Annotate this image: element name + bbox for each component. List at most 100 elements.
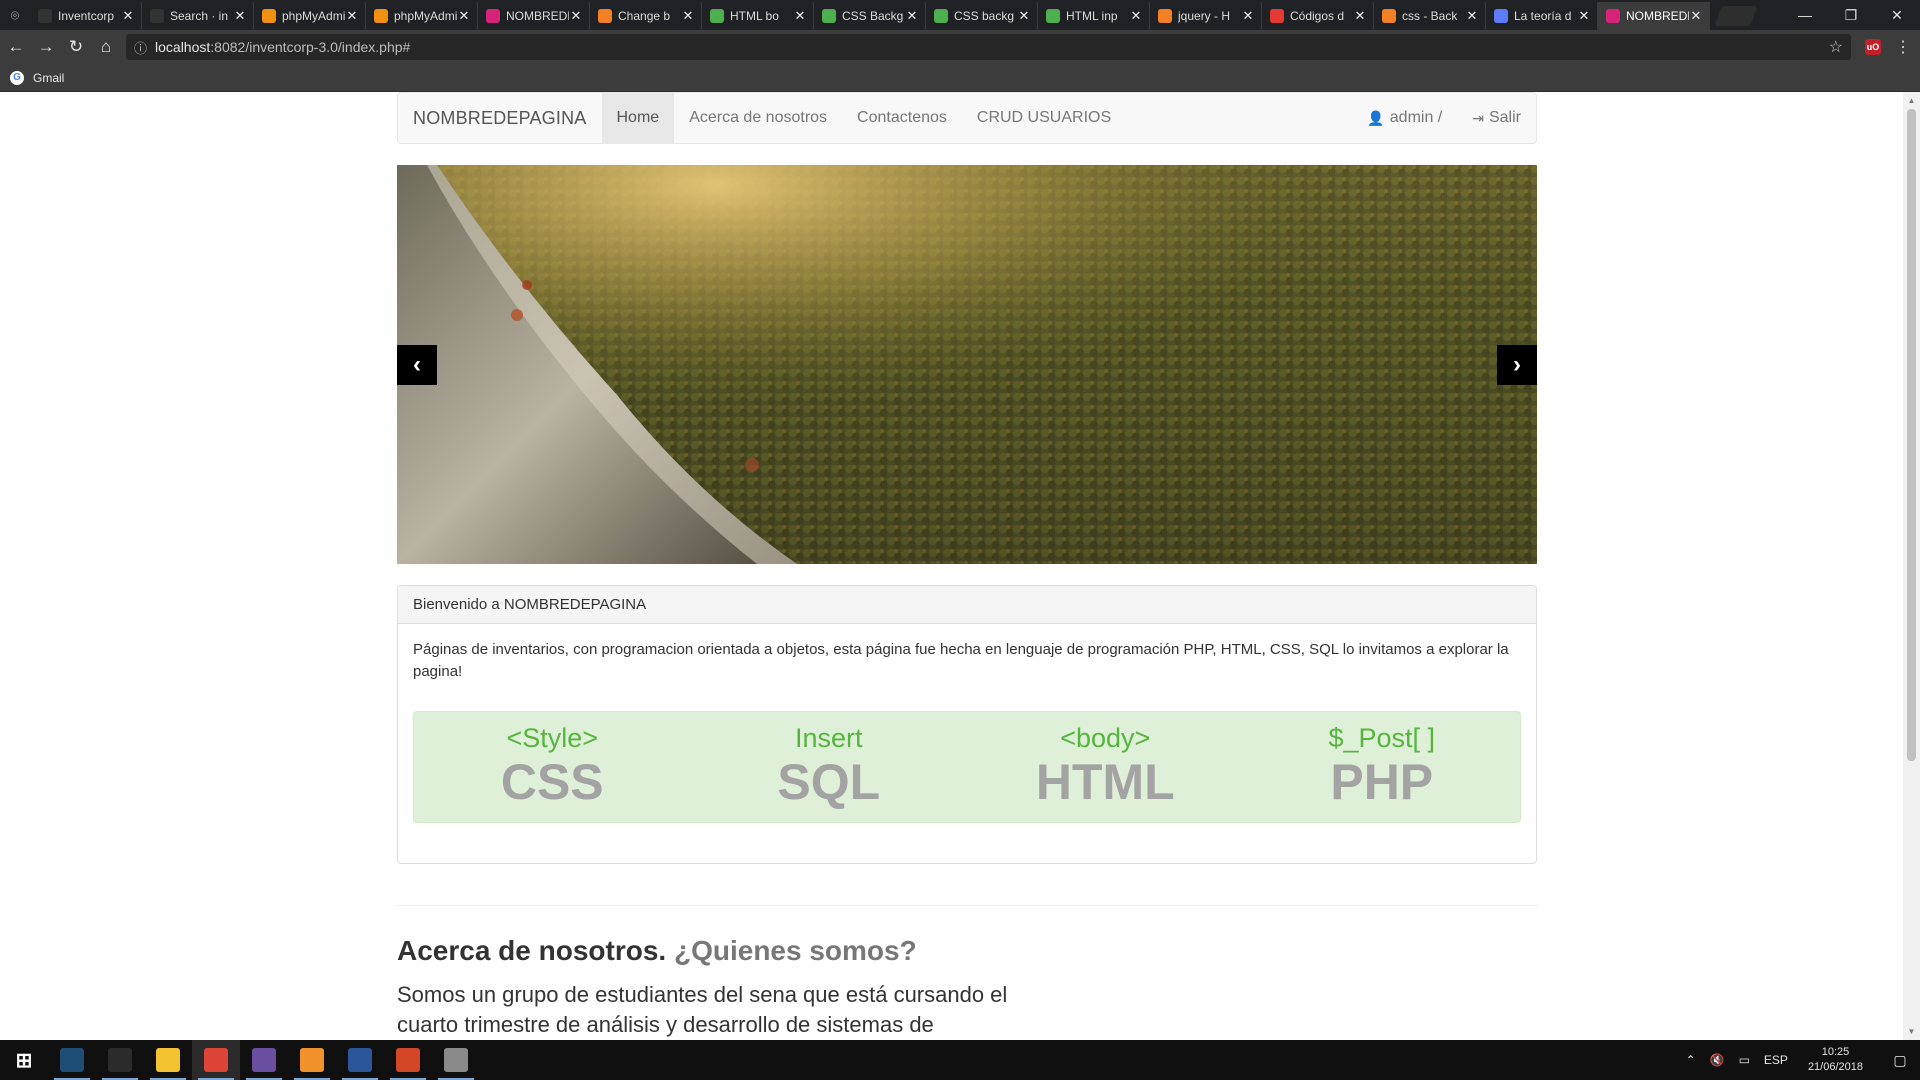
page-icon	[486, 9, 500, 23]
browser-tab[interactable]: NOMBREDEPAGINA✕	[1598, 2, 1710, 30]
nav-user[interactable]: 👤 admin /	[1352, 93, 1457, 143]
tab-close-icon[interactable]: ✕	[1353, 8, 1367, 24]
tab-close-icon[interactable]: ✕	[121, 8, 135, 24]
tech-item-css: <Style> CSS	[414, 712, 691, 822]
tab-close-icon[interactable]: ✕	[457, 8, 471, 24]
back-icon[interactable]: ←	[2, 33, 30, 61]
tab-close-icon[interactable]: ✕	[793, 8, 807, 24]
volume-muted-icon[interactable]: 🔇	[1710, 1053, 1725, 1067]
windows-taskbar: ⊞ ⌃ 🔇 ▭ ESP 10:25 21/06/2018 ▢	[0, 1040, 1920, 1080]
technologies-box: <Style> CSS Insert SQL <body> HTML $_Pos…	[413, 711, 1521, 823]
taskbar-item[interactable]	[384, 1040, 432, 1080]
browser-tab[interactable]: CSS backg ✕	[926, 2, 1038, 30]
browser-tab[interactable]: jquery - H ✕	[1150, 2, 1262, 30]
taskbar-item[interactable]	[336, 1040, 384, 1080]
tab-label: Códigos d	[1290, 9, 1345, 23]
tab-label: Search · in	[170, 9, 229, 23]
page-scrollbar[interactable]: ▲ ▼	[1903, 92, 1920, 1040]
browser-tab[interactable]: Inventcorp ✕	[30, 2, 142, 30]
browser-menu-icon[interactable]: ⋮	[1895, 37, 1911, 57]
tab-label: phpMyAdmin	[282, 9, 345, 23]
tab-list: Inventcorp✕Search · in✕phpMyAdmin✕phpMyA…	[30, 2, 1710, 30]
browser-tab[interactable]: Códigos d ✕	[1262, 2, 1374, 30]
browser-tab[interactable]: phpMyAdmin✕	[254, 2, 366, 30]
file-explorer-icon	[156, 1048, 180, 1072]
tab-close-icon[interactable]: ✕	[1129, 8, 1143, 24]
tech-code: <body>	[1060, 723, 1151, 753]
tray-expand-icon[interactable]: ⌃	[1686, 1053, 1696, 1067]
scrollbar-thumb[interactable]	[1907, 109, 1916, 761]
restore-icon[interactable]: ❐	[1828, 0, 1874, 30]
taskbar-item[interactable]	[144, 1040, 192, 1080]
about-heading: Acerca de nosotros. ¿Quienes somos?	[397, 935, 917, 967]
browser-tab[interactable]: CSS Backg ✕	[814, 2, 926, 30]
browser-tab[interactable]: css - Back ✕	[1374, 2, 1486, 30]
nav-home[interactable]: Home	[601, 93, 675, 143]
tab-close-icon[interactable]: ✕	[1689, 8, 1703, 24]
network-icon[interactable]: ▭	[1739, 1053, 1750, 1067]
browser-tab[interactable]: NOMBREDEPAGINA✕	[478, 2, 590, 30]
language-indicator[interactable]: ESP	[1764, 1053, 1788, 1067]
powerpoint-icon	[396, 1048, 420, 1072]
tab-close-icon[interactable]: ✕	[1465, 8, 1479, 24]
tab-close-icon[interactable]: ✕	[1241, 8, 1255, 24]
scroll-up-icon[interactable]: ▲	[1903, 92, 1920, 109]
tab-close-icon[interactable]: ✕	[569, 8, 583, 24]
site-info-icon[interactable]: ⓘ	[134, 38, 147, 57]
site-navbar: NOMBREDEPAGINA Home Acerca de nosotros C…	[397, 92, 1537, 144]
home-icon[interactable]: ⌂	[92, 33, 120, 61]
nav-contact[interactable]: Contactenos	[842, 93, 962, 143]
bookmark-gmail[interactable]: Gmail	[33, 71, 64, 85]
taskbar-item[interactable]	[96, 1040, 144, 1080]
tab-label: CSS backg	[954, 9, 1015, 23]
browser-tab-strip: ⌾ Inventcorp✕Search · in✕phpMyAdmin✕phpM…	[0, 0, 1920, 30]
window-controls: — ❐ ✕	[1782, 0, 1920, 30]
tab-close-icon[interactable]: ✕	[1017, 8, 1031, 24]
tab-close-icon[interactable]: ✕	[233, 8, 247, 24]
tab-label: NOMBREDEPAGINA	[506, 9, 569, 23]
scroll-down-icon[interactable]: ▼	[1903, 1023, 1920, 1040]
browser-tab[interactable]: Change b ✕	[590, 2, 702, 30]
taskbar-item[interactable]	[288, 1040, 336, 1080]
notifications-icon[interactable]: ▢	[1880, 1040, 1920, 1080]
address-bar[interactable]: ⓘ localhost :8082/inventcorp-3.0/index.p…	[126, 34, 1851, 60]
ublock-extension-icon[interactable]: uO	[1865, 39, 1881, 55]
close-window-icon[interactable]: ✕	[1874, 0, 1920, 30]
carousel-image	[397, 165, 1537, 564]
nav-logout-label: Salir	[1488, 109, 1521, 126]
taskbar-item[interactable]	[432, 1040, 480, 1080]
reload-icon[interactable]: ↻	[62, 33, 90, 61]
tab-close-icon[interactable]: ✕	[1577, 8, 1591, 24]
tab-close-icon[interactable]: ✕	[345, 8, 359, 24]
tab-close-icon[interactable]: ✕	[905, 8, 919, 24]
bookmark-star-icon[interactable]: ☆	[1829, 37, 1843, 57]
nav-user-label: admin /	[1389, 109, 1443, 126]
clock[interactable]: 10:25 21/06/2018	[1801, 1045, 1870, 1075]
carousel-next-button[interactable]: ›	[1497, 345, 1537, 385]
nav-about[interactable]: Acerca de nosotros	[674, 93, 842, 143]
github-icon	[38, 9, 52, 23]
taskbar-item[interactable]: ⊞	[0, 1040, 48, 1080]
browser-tab[interactable]: Search · in ✕	[142, 2, 254, 30]
browser-tab[interactable]: phpMyAdmin✕	[366, 2, 478, 30]
carousel-prev-button[interactable]: ‹	[397, 345, 437, 385]
forward-icon[interactable]: →	[32, 33, 60, 61]
browser-tab[interactable]: HTML bo ✕	[702, 2, 814, 30]
taskbar-item[interactable]	[240, 1040, 288, 1080]
taskbar-item[interactable]	[48, 1040, 96, 1080]
tech-name: PHP	[1330, 754, 1434, 810]
clock-date: 21/06/2018	[1807, 1061, 1863, 1073]
taskbar-item[interactable]	[192, 1040, 240, 1080]
nav-logout[interactable]: ⇥ Salir	[1457, 93, 1536, 143]
page-icon	[598, 9, 612, 23]
tab-search-icon[interactable]: ⌾	[0, 0, 30, 30]
stackoverflow-icon	[1382, 9, 1396, 23]
minimize-icon[interactable]: —	[1782, 0, 1828, 30]
browser-tab[interactable]: La teoría d ✕	[1486, 2, 1598, 30]
browser-tab[interactable]: HTML inp ✕	[1038, 2, 1150, 30]
welcome-panel-heading: Bienvenido a NOMBREDEPAGINA	[398, 586, 1536, 624]
new-tab-button[interactable]	[1714, 6, 1758, 26]
nav-crud-users[interactable]: CRUD USUARIOS	[962, 93, 1126, 143]
navbar-brand[interactable]: NOMBREDEPAGINA	[398, 108, 602, 129]
tab-close-icon[interactable]: ✕	[681, 8, 695, 24]
